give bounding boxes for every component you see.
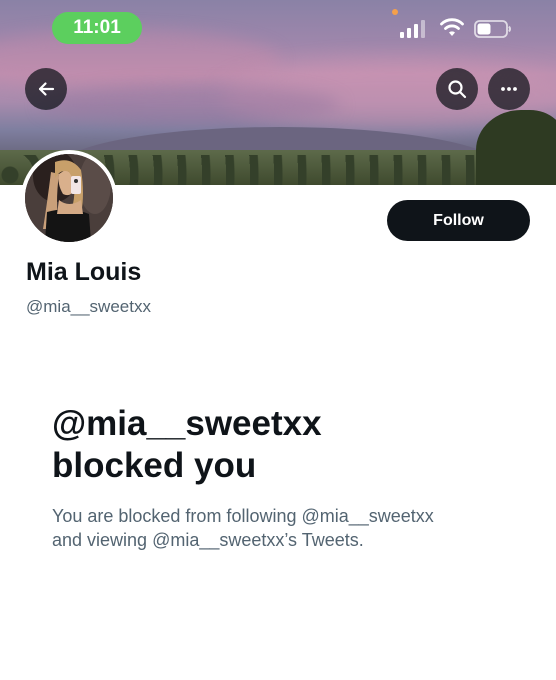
blocked-description-line2: and viewing @mia__sweetxx’s Tweets. — [52, 530, 364, 550]
blocked-heading: @mia__sweetxx blocked you — [52, 403, 512, 487]
battery-icon — [474, 20, 511, 38]
user-handle: @mia__sweetxx — [26, 297, 151, 316]
blocked-description: You are blocked from following @mia__swe… — [52, 504, 522, 552]
back-button[interactable] — [25, 68, 67, 110]
more-icon — [501, 87, 517, 91]
signal-icon — [400, 20, 425, 38]
privacy-indicator — [392, 9, 398, 15]
follow-button[interactable]: Follow — [387, 200, 530, 241]
search-button[interactable] — [436, 68, 478, 110]
more-options-button[interactable] — [488, 68, 530, 110]
status-time[interactable]: 11:01 — [52, 12, 142, 44]
wifi-icon — [440, 18, 464, 36]
display-name: Mia Louis — [26, 258, 142, 286]
search-icon — [448, 80, 467, 99]
avatar[interactable] — [21, 150, 117, 246]
banner-cloud — [40, 85, 340, 125]
banner-trees — [476, 110, 556, 185]
status-bar: 11:01 — [0, 0, 556, 56]
back-arrow-icon — [38, 82, 55, 96]
avatar-image — [25, 154, 113, 242]
blocked-description-line1: You are blocked from following @mia__swe… — [52, 506, 434, 526]
blocked-heading-line1: @mia__sweetxx — [52, 404, 322, 443]
blocked-heading-line2: blocked you — [52, 446, 257, 485]
